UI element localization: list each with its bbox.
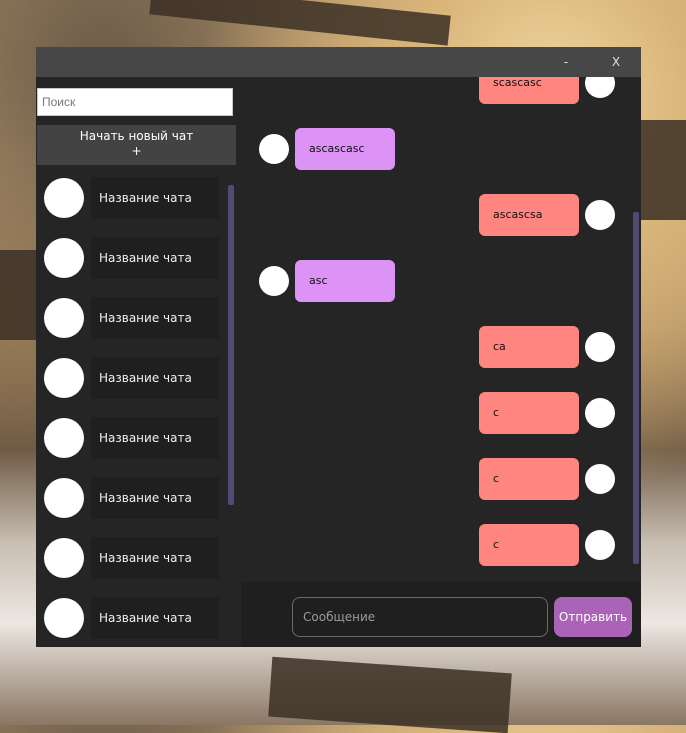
search-input[interactable] [37,88,233,116]
background-sign [641,120,686,220]
title-bar: - X [36,47,641,77]
chat-name: Название чата [91,357,219,399]
avatar [259,134,289,164]
avatar [44,418,84,458]
chat-window: - X Начать новый чат + Название чата Наз… [36,47,641,647]
avatar [585,332,615,362]
avatar [44,598,84,638]
new-chat-button[interactable]: Начать новый чат + [37,125,236,165]
message-bubble: c [479,524,579,566]
chat-name: Название чата [91,417,219,459]
message-list: scascasc ascascasc ascascsa asc ca c c c [241,77,641,582]
avatar [585,200,615,230]
message-bubble: ca [479,326,579,368]
background-sign [0,250,40,340]
avatar [44,298,84,338]
chat-list-item[interactable]: Название чата [44,297,220,339]
messages-scrollbar[interactable] [633,212,639,564]
chat-name: Название чата [91,477,219,519]
composer: Отправить [241,582,641,647]
avatar [259,266,289,296]
chat-name: Название чата [91,537,219,579]
send-button[interactable]: Отправить [554,597,632,637]
chat-list-item[interactable]: Название чата [44,177,220,219]
chat-list-item[interactable]: Название чата [44,477,220,519]
sidebar-scrollbar[interactable] [228,185,234,505]
chat-panel: scascasc ascascasc ascascsa asc ca c c c… [241,77,641,647]
chat-name: Название чата [91,237,219,279]
avatar [44,238,84,278]
background-sign [149,0,451,46]
avatar [44,538,84,578]
message-bubble: c [479,392,579,434]
chat-list-item[interactable]: Название чата [44,237,220,279]
minimize-button[interactable]: - [546,47,586,77]
chat-list-item[interactable]: Название чата [44,357,220,399]
chat-name: Название чата [91,177,219,219]
avatar [44,178,84,218]
avatar [585,77,615,98]
chat-list-item[interactable]: Название чата [44,417,220,459]
background-sign [268,656,512,733]
message-bubble: ascascasc [295,128,395,170]
message-input[interactable] [292,597,548,637]
plus-icon: + [131,144,142,158]
avatar [585,398,615,428]
new-chat-label: Начать новый чат [79,129,194,143]
avatar [44,478,84,518]
avatar [585,530,615,560]
message-bubble: c [479,458,579,500]
chat-list-item[interactable]: Название чата [44,537,220,579]
close-button[interactable]: X [596,47,636,77]
chat-name: Название чата [91,297,219,339]
chat-list-item[interactable]: Название чата [44,597,220,639]
avatar [44,358,84,398]
message-bubble: scascasc [479,77,579,104]
message-bubble: asc [295,260,395,302]
sidebar: Начать новый чат + Название чата Названи… [36,77,241,647]
avatar [585,464,615,494]
chat-name: Название чата [91,597,219,639]
message-bubble: ascascsa [479,194,579,236]
